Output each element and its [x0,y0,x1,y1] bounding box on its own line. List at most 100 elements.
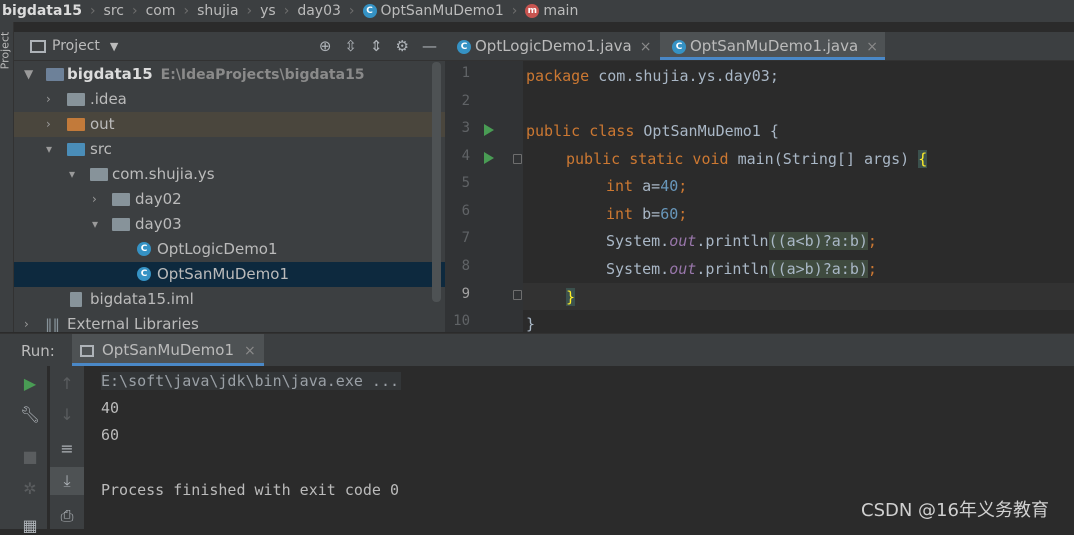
run-tab-label: OptSanMuDemo1 [102,341,234,359]
keyword: public static void [566,150,729,168]
run-main-icon[interactable] [484,152,494,164]
code-text: .println [696,260,769,278]
folder-icon [67,93,85,106]
code-line-8: System.out.println((a>b)?a:b); [606,258,877,280]
chevron-down-icon[interactable]: ▼ [110,40,118,53]
breadcrumb-item-day03[interactable]: day03 [297,3,341,19]
run-toolbar-primary: ▶ 🔧︎ ■ ✲ ▦ [13,366,47,535]
expand-all-icon[interactable]: ⇳ [344,37,357,55]
breadcrumb-item-project[interactable]: bigdata15 [0,3,82,19]
tree-item-external-libraries[interactable]: › ‖‖ External Libraries [14,312,445,332]
breadcrumb: bigdata15 › src › com › shujia › ys › da… [0,0,1074,22]
keyword: int [606,177,634,195]
fold-icon[interactable] [513,154,522,164]
collapse-all-icon[interactable]: ⇕ [370,37,383,55]
tree-item-label: src [90,140,112,158]
breadcrumb-item-class[interactable]: OptSanMuDemo1 [381,3,504,19]
run-class-icon[interactable] [484,124,494,136]
close-icon[interactable]: × [244,343,256,359]
tree-item-out[interactable]: › out [14,112,445,137]
tree-item-label: bigdata15 [67,65,153,83]
keyword: int [606,205,634,223]
line-number: 4 [461,148,470,164]
chevron-right-icon[interactable]: › [92,187,97,212]
fold-icon[interactable] [513,290,522,300]
tab-optlogicdemo1[interactable]: C OptLogicDemo1.java × [445,32,660,60]
arrow-down-icon[interactable]: ↓ [50,405,84,424]
stop-icon[interactable]: ■ [13,447,47,466]
close-icon[interactable]: × [640,39,652,55]
java-class-icon: C [457,39,471,54]
tree-item-label: External Libraries [67,315,199,332]
code-text: ; [867,232,877,250]
project-tree-scrollbar[interactable] [432,62,441,302]
tree-item-idea[interactable]: › .idea [14,87,445,112]
print-icon[interactable]: ⎙ [50,506,84,526]
debug-icon[interactable]: ✲ [13,479,47,498]
chevron-down-icon[interactable]: ▼ [24,62,33,87]
code-line-7: System.out.println((a<b)?a:b); [606,230,877,252]
line-number: 6 [461,203,470,219]
code-text: ; [678,205,688,223]
gear-icon[interactable]: ⚙ [396,37,409,55]
chevron-right-icon[interactable]: › [46,87,51,112]
chevron-right-icon: › [246,3,253,19]
code-line-1: package com.shujia.ys.day03; [526,65,779,87]
code-text: ; [867,260,877,278]
tree-item-src[interactable]: ▾ src [14,137,445,162]
wrench-icon[interactable]: 🔧︎ [13,405,47,424]
chevron-right-icon: › [183,3,190,19]
breadcrumb-item-method[interactable]: main [543,3,578,19]
console-command-line: E:\soft\java\jdk\bin\java.exe ... [101,372,402,390]
code-text: main(String[] args) [728,150,919,168]
locate-icon[interactable]: ⊕ [319,37,332,55]
tree-item-day02[interactable]: › day02 [14,187,445,212]
tree-item-day03[interactable]: ▾ day03 [14,212,445,237]
close-icon[interactable]: × [866,39,878,55]
run-tab[interactable]: OptSanMuDemo1 × [72,334,264,366]
highlighted-expression: ((a<b)?a:b) [768,232,868,250]
tree-item-package-ys[interactable]: ▾ com.shujia.ys [14,162,445,187]
chevron-down-icon[interactable]: ▾ [46,137,52,162]
code-text: System. [606,260,670,278]
code-line-9: } [566,286,576,308]
console-exit-line: Process finished with exit code 0 [101,481,400,499]
chevron-down-icon[interactable]: ▾ [92,212,98,237]
tree-item-project-root[interactable]: ▼ bigdata15 E:\IdeaProjects\bigdata15 [14,62,445,87]
project-tree: ▼ bigdata15 E:\IdeaProjects\bigdata15 › .… [14,61,445,332]
method-icon: m [525,4,540,18]
highlighted-expression: ((a>b)?a:b) [768,260,868,278]
layout-icon[interactable]: ▦ [13,516,47,535]
editor-tab-bar: C OptLogicDemo1.java × C OptSanMuDemo1.java… [445,32,1074,61]
breadcrumb-item-com[interactable]: com [146,3,176,19]
left-tool-stripe-bottom [0,366,13,529]
chevron-right-icon: › [283,3,290,19]
chevron-right-icon[interactable]: › [24,312,29,332]
tree-item-iml[interactable]: bigdata15.iml [14,287,445,312]
line-number: 9 [461,286,470,302]
code-text: ; [678,177,688,195]
java-class-icon: C [137,242,151,256]
breadcrumb-item-ys[interactable]: ys [260,3,276,19]
breadcrumb-item-src[interactable]: src [104,3,124,19]
project-panel-header: Project ▼ ⊕ ⇳ ⇕ ⚙ — [14,32,445,61]
package-icon [112,193,130,206]
project-panel-title[interactable]: Project [52,38,100,54]
breadcrumb-item-shujia[interactable]: shujia [197,3,238,19]
minimize-icon[interactable]: — [422,37,437,55]
soft-wrap-icon[interactable]: ≡ [50,439,84,458]
line-number: 8 [461,258,470,274]
tab-optsanmudemo1[interactable]: C OptSanMuDemo1.java × [660,32,885,60]
scroll-to-end-icon[interactable]: ⤓ [50,467,84,495]
project-tool-window-button[interactable]: Project [0,32,11,70]
tree-item-optsanmudemo1[interactable]: C OptSanMuDemo1 [14,262,445,287]
project-path-hint: E:\IdeaProjects\bigdata15 [160,67,365,83]
chevron-right-icon[interactable]: › [46,112,51,137]
code-line-10: } [526,313,535,335]
source-folder-icon [67,143,85,156]
tree-item-optlogicdemo1[interactable]: C OptLogicDemo1 [14,237,445,262]
rerun-icon[interactable]: ▶ [13,374,47,393]
arrow-up-icon[interactable]: ↑ [50,374,84,393]
tree-item-label: day03 [135,215,182,233]
chevron-down-icon[interactable]: ▾ [69,162,75,187]
